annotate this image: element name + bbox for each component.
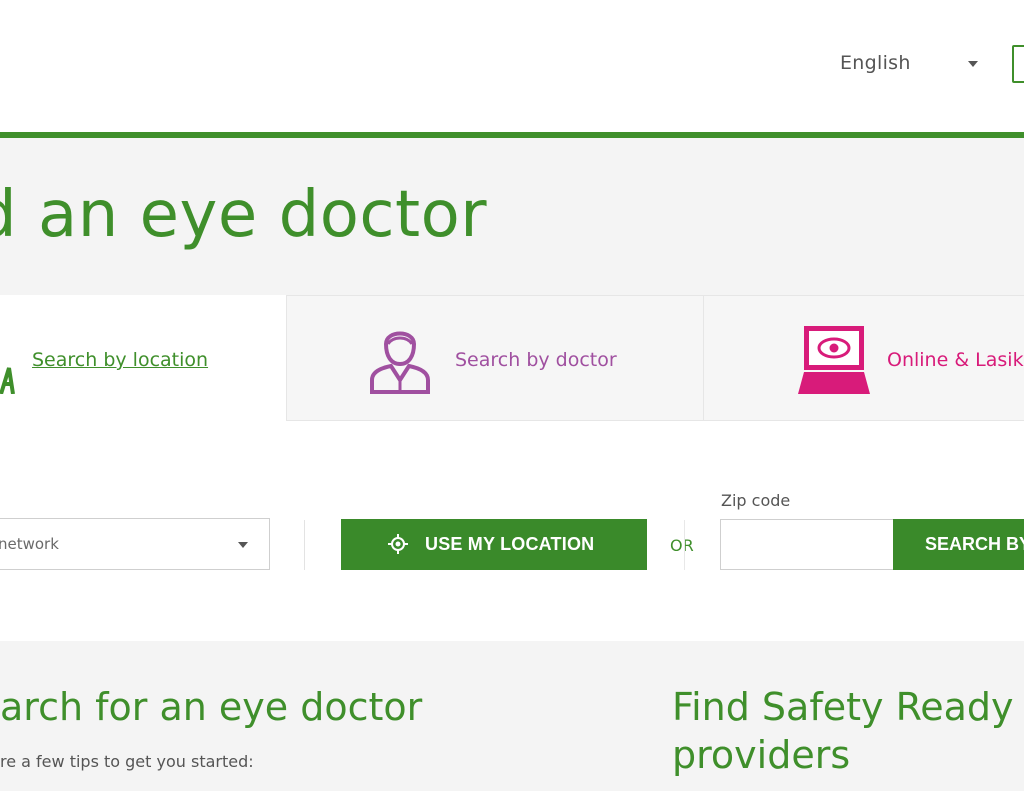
chevron-down-icon[interactable] <box>968 61 978 67</box>
zip-code-input[interactable] <box>720 519 894 570</box>
card-title: arch for an eye doctor <box>0 685 423 729</box>
use-my-location-label: USE MY LOCATION <box>425 534 595 554</box>
zip-code-label: Zip code <box>721 491 791 510</box>
doctor-icon <box>370 331 430 394</box>
network-select-value: network <box>0 535 59 553</box>
use-my-location-button[interactable]: USE MY LOCATION <box>341 519 647 570</box>
card-text: re a few tips to get you started: <box>0 752 254 771</box>
tab-online-lasik[interactable]: Online & Lasik <box>703 295 1024 421</box>
language-selector[interactable]: English <box>840 52 911 74</box>
location-icon <box>0 367 15 394</box>
chevron-down-icon[interactable] <box>238 542 248 548</box>
search-tabs: Search by location Search by doctor Onli… <box>0 295 1024 423</box>
header-button[interactable] <box>1012 45 1024 83</box>
or-separator: OR <box>670 536 694 555</box>
divider <box>684 520 685 570</box>
search-tips-card: arch for an eye doctor re a few tips to … <box>0 641 581 791</box>
divider <box>304 520 305 570</box>
laptop-eye-icon <box>798 326 870 394</box>
tab-label-location[interactable]: Search by location <box>32 349 208 371</box>
site-header: English <box>0 0 1024 132</box>
crosshair-icon <box>388 534 408 554</box>
tab-search-by-doctor[interactable]: Search by doctor <box>286 295 704 421</box>
page-title: d an eye doctor <box>0 178 488 252</box>
card-title: Find Safety Ready <box>672 685 1014 729</box>
tab-label-online[interactable]: Online & Lasik <box>887 349 1024 371</box>
search-by-zip-label: SEARCH BY ZIP <box>925 534 1024 554</box>
search-by-zip-button[interactable]: SEARCH BY ZIP <box>893 519 1024 570</box>
card-title-line2: providers <box>672 733 851 777</box>
tab-search-by-location[interactable]: Search by location <box>0 295 286 423</box>
tab-label-doctor[interactable]: Search by doctor <box>455 349 617 371</box>
safety-ready-card: Find Safety Ready providers <box>617 641 1024 791</box>
